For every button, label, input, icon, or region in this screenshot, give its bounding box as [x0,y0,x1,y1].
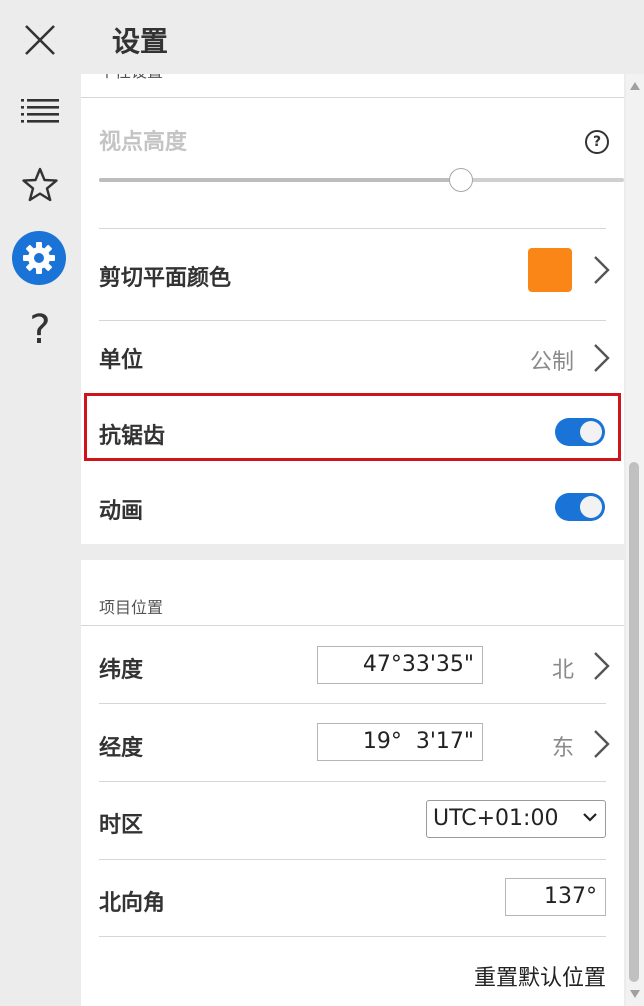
antialiasing-label: 抗锯齿 [99,424,166,449]
chevron-right-icon[interactable] [589,728,613,760]
chevron-right-icon[interactable] [589,254,613,286]
chevron-down-icon [583,813,597,822]
scroll-up-arrow-icon[interactable] [630,82,640,90]
section-plane-color-label: 剪切平面颜色 [99,266,232,291]
antialiasing-toggle[interactable] [555,418,605,446]
latitude-label: 纬度 [99,658,144,683]
section-title-location: 项目位置 [99,598,164,617]
chevron-right-icon[interactable] [589,650,613,682]
list-icon [21,99,59,123]
timezone-select[interactable]: UTC+01:00 [426,800,606,838]
divider [99,320,606,321]
scroll-down-arrow-icon[interactable] [630,990,640,998]
scrollbar-thumb[interactable] [629,462,639,982]
divider [99,936,606,937]
divider [99,781,606,782]
longitude-label: 经度 [99,736,144,761]
units-value[interactable]: 公制 [530,344,574,376]
section-title-personalization: 个性设置 [99,74,163,82]
animation-toggle[interactable] [555,493,605,521]
north-angle-label: 北向角 [99,891,166,916]
slider-thumb[interactable] [449,168,473,192]
question-icon: ? [29,307,51,353]
nav-rail: ? [0,0,80,1006]
animation-label: 动画 [99,499,144,524]
help-icon[interactable]: ? [585,130,609,154]
slider-fill [99,178,461,182]
units-label: 单位 [99,348,144,373]
settings-button[interactable] [12,231,66,285]
help-button[interactable]: ? [0,300,80,360]
personalization-section: 个性设置 视点高度 ? 剪切平面颜色 单位 公制 抗锯齿 动画 [81,74,624,544]
north-angle-input[interactable]: 137° [505,878,606,916]
close-button[interactable] [0,10,80,70]
view-height-slider[interactable] [99,168,624,192]
settings-panel: 个性设置 视点高度 ? 剪切平面颜色 单位 公制 抗锯齿 动画 项目位置 [81,74,624,1006]
list-button[interactable] [0,82,80,142]
longitude-input[interactable]: 19° 3'17" [317,723,483,761]
divider [81,97,624,98]
timezone-label: 时区 [99,813,144,838]
latitude-hemisphere[interactable]: 北 [552,652,574,684]
chevron-right-icon[interactable] [589,342,613,374]
toggle-knob [580,421,602,443]
page-title: 设置 [112,25,169,58]
divider [99,859,606,860]
star-icon [22,167,58,202]
reset-location-button[interactable]: 重置默认位置 [474,960,606,992]
divider [99,703,606,704]
view-height-label: 视点高度 [99,130,188,155]
scrollbar[interactable] [626,74,644,1006]
timezone-value: UTC+01:00 [433,806,559,831]
gear-icon [23,242,55,274]
divider [81,625,624,626]
close-icon [25,25,55,55]
project-location-section: 项目位置 纬度 47°33'35" 北 经度 19° 3'17" 东 时区 UT… [81,560,624,1006]
favorites-button[interactable] [0,155,80,215]
divider [99,228,606,229]
longitude-hemisphere[interactable]: 东 [552,730,574,762]
color-swatch[interactable] [528,248,572,292]
latitude-input[interactable]: 47°33'35" [317,646,483,684]
toggle-knob [580,496,602,518]
